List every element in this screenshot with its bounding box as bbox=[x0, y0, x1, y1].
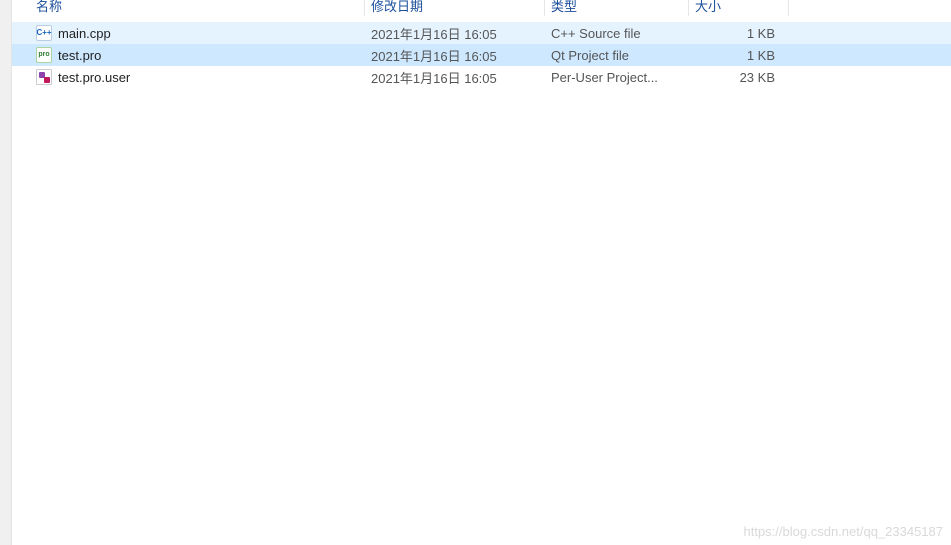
file-name-label: test.pro bbox=[58, 48, 101, 63]
column-header-row: 名称 修改日期 类型 大小 bbox=[12, 0, 951, 16]
file-name-cell: C++ main.cpp bbox=[30, 25, 365, 41]
file-list: C++ main.cpp 2021年1月16日 16:05 C++ Source… bbox=[12, 16, 951, 545]
left-margin-strip bbox=[0, 0, 12, 545]
file-type-cell: Qt Project file bbox=[545, 48, 689, 63]
file-name-cell: pro test.pro bbox=[30, 47, 365, 63]
file-row[interactable]: test.pro.user 2021年1月16日 16:05 Per-User … bbox=[12, 66, 951, 88]
file-row[interactable]: C++ main.cpp 2021年1月16日 16:05 C++ Source… bbox=[12, 22, 951, 44]
file-size-cell: 1 KB bbox=[689, 48, 789, 63]
file-type-cell: C++ Source file bbox=[545, 26, 689, 41]
column-header-type[interactable]: 类型 bbox=[545, 0, 689, 16]
user-settings-file-icon bbox=[36, 69, 52, 85]
cpp-file-icon: C++ bbox=[36, 25, 52, 41]
file-date-cell: 2021年1月16日 16:05 bbox=[365, 24, 545, 43]
file-type-cell: Per-User Project... bbox=[545, 70, 689, 85]
file-explorer-pane: 名称 修改日期 类型 大小 C++ main.cpp 2021年1月16日 16… bbox=[12, 0, 951, 545]
qt-project-file-icon: pro bbox=[36, 47, 52, 63]
file-row[interactable]: pro test.pro 2021年1月16日 16:05 Qt Project… bbox=[12, 44, 951, 66]
file-date-cell: 2021年1月16日 16:05 bbox=[365, 68, 545, 87]
column-header-name[interactable]: 名称 bbox=[30, 0, 365, 16]
file-size-cell: 23 KB bbox=[689, 70, 789, 85]
file-size-cell: 1 KB bbox=[689, 26, 789, 41]
file-name-label: test.pro.user bbox=[58, 70, 130, 85]
file-name-label: main.cpp bbox=[58, 26, 111, 41]
column-header-size[interactable]: 大小 bbox=[689, 0, 789, 16]
file-name-cell: test.pro.user bbox=[30, 69, 365, 85]
column-header-date[interactable]: 修改日期 bbox=[365, 0, 545, 16]
file-date-cell: 2021年1月16日 16:05 bbox=[365, 46, 545, 65]
